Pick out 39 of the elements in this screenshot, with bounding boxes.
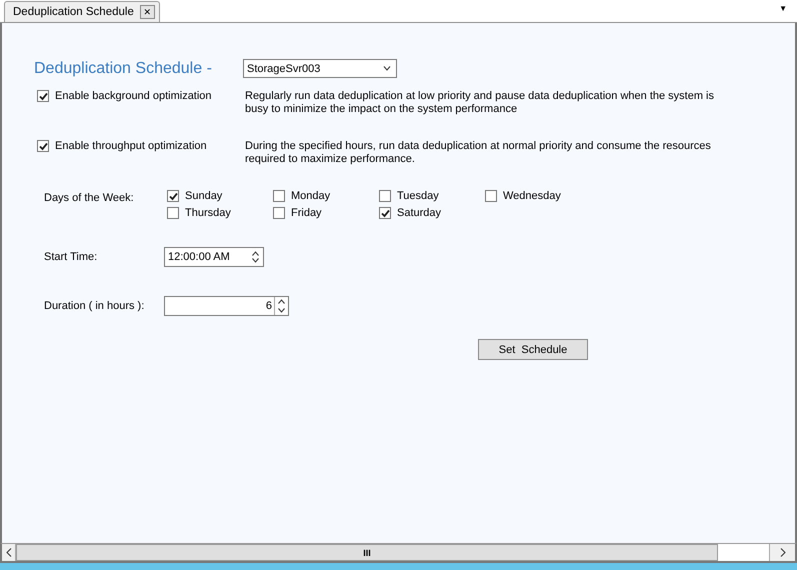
checkbox-label: Enable background optimization	[55, 90, 212, 102]
tab-label: Deduplication Schedule	[13, 6, 134, 18]
set-schedule-button[interactable]: Set Schedule	[478, 339, 588, 360]
page-heading: Deduplication Schedule -	[34, 60, 213, 78]
checkmark-icon	[38, 92, 48, 100]
option-description: Regularly run data deduplication at low priority and pause data deduplication when the system is busy to minimize the impact on the system performance	[245, 90, 716, 116]
checkbox-label: Friday	[291, 207, 322, 219]
checkmark-icon	[38, 142, 48, 150]
checkbox[interactable]	[37, 90, 49, 102]
start-time-field[interactable]: 12:00:00 AM	[164, 247, 264, 267]
checkbox-label: Wednesday	[503, 190, 561, 202]
option-description: During the specified hours, run data deduplication at normal priority and consume the resources required to maximize performance.	[245, 140, 712, 166]
checkbox-label: Enable throughput optimization	[55, 140, 207, 152]
close-button[interactable]: ✕	[140, 5, 155, 19]
checkbox-label: Saturday	[397, 207, 442, 219]
checkmark-icon	[380, 208, 390, 218]
document-tab[interactable]: Deduplication Schedule ✕	[4, 1, 160, 22]
days-label: Days of the Week:	[44, 191, 135, 206]
field-label: Start Time:	[44, 251, 98, 263]
checkbox[interactable]	[273, 207, 285, 219]
checkbox-label: Tuesday	[397, 190, 439, 202]
tab-menu-button[interactable]: ▼	[779, 4, 787, 13]
checkbox[interactable]	[485, 190, 497, 202]
checkbox[interactable]	[37, 140, 49, 152]
chevron-left-icon	[6, 548, 12, 557]
scrollbar-thumb[interactable]: III	[16, 544, 718, 561]
server-dropdown[interactable]: StorageSvr003	[243, 59, 397, 78]
checkbox[interactable]	[379, 190, 391, 202]
duration-field[interactable]: 6	[164, 296, 289, 316]
checkbox[interactable]	[273, 190, 285, 202]
checkbox[interactable]	[167, 207, 179, 219]
checkbox-label: Monday	[291, 190, 330, 202]
chevron-right-icon	[780, 548, 786, 557]
checkbox-label: Sunday	[185, 190, 222, 202]
checkmark-icon	[168, 192, 178, 200]
checkbox[interactable]	[379, 207, 391, 219]
field-label: Duration ( in hours ):	[44, 300, 146, 312]
checkbox-label: Thursday	[185, 207, 231, 219]
checkbox[interactable]	[167, 190, 179, 202]
